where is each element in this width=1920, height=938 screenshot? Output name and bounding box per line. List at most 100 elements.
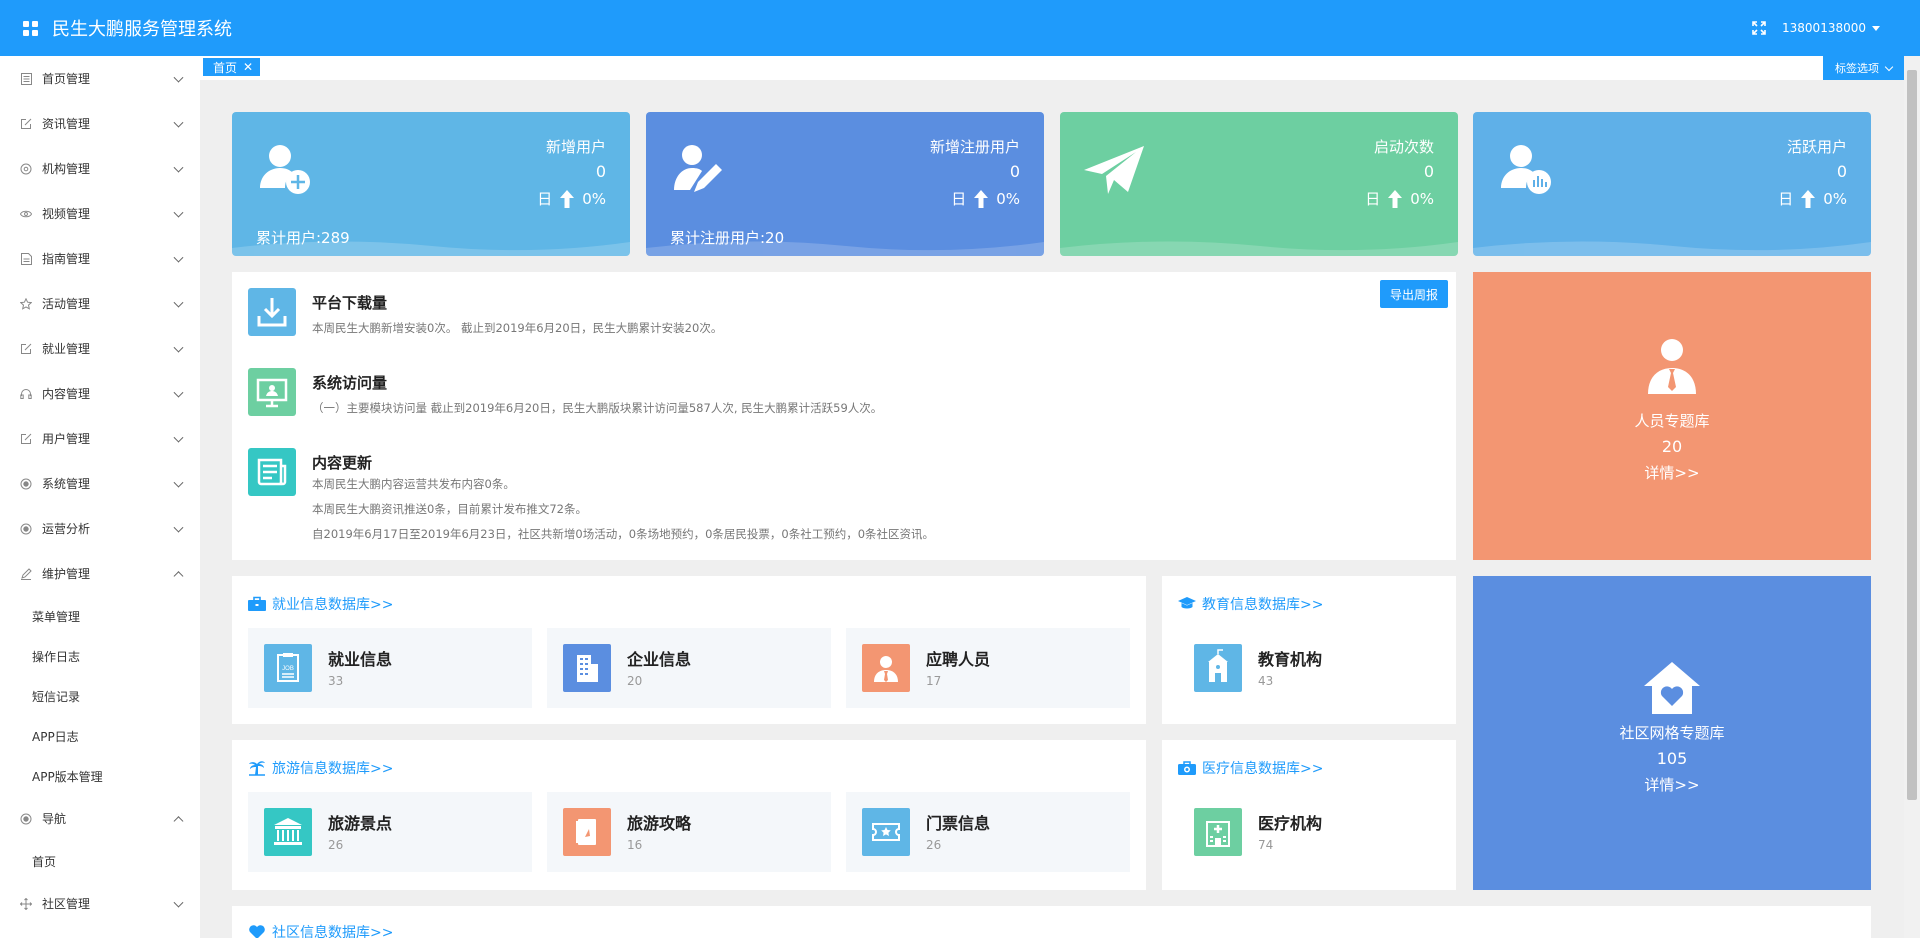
db-card-scenic-spots[interactable]: 旅游景点 26 bbox=[248, 792, 532, 872]
stat-value: 0 bbox=[595, 162, 606, 181]
user-menu[interactable]: 13800138000 bbox=[1782, 21, 1880, 35]
sidebar-item-community[interactable]: 社区管理 bbox=[0, 881, 200, 926]
stat-label: 新增注册用户 bbox=[929, 138, 1020, 156]
stat-period: 日 bbox=[1365, 190, 1381, 208]
db-card-company-info[interactable]: 企业信息 20 bbox=[547, 628, 831, 708]
db-title-label: 教育信息数据库>> bbox=[1202, 597, 1324, 613]
overview-title: 系统访问量 bbox=[312, 374, 388, 392]
medical-db-link[interactable]: 医疗信息数据库>> bbox=[1178, 758, 1323, 778]
sidebar-item-label: 机构管理 bbox=[42, 162, 91, 176]
move-icon bbox=[20, 897, 32, 910]
sidebar-item-employment-mgmt[interactable]: 就业管理 bbox=[0, 326, 200, 371]
feature-value: 20 bbox=[1661, 437, 1683, 456]
temple-icon bbox=[264, 808, 312, 856]
db-title-label: 就业信息数据库>> bbox=[272, 597, 394, 613]
arrow-up-icon bbox=[1388, 189, 1403, 208]
tab-options-label: 标签选项 bbox=[1835, 62, 1879, 75]
sidebar-item-label: 资讯管理 bbox=[42, 117, 91, 131]
sidebar: 首页管理 资讯管理 机构管理 视频管理 指南管理 活动管理 就业管理 内容管理 … bbox=[0, 56, 200, 938]
db-card-name: 医疗机构 bbox=[1258, 814, 1323, 833]
employment-db-link[interactable]: 就业信息数据库>> bbox=[248, 594, 393, 614]
house-heart-icon bbox=[1644, 662, 1700, 714]
chevron-down-icon bbox=[173, 297, 184, 308]
tab-options-button[interactable]: 标签选项 bbox=[1823, 56, 1904, 80]
sidebar-item-label: 指南管理 bbox=[42, 252, 91, 266]
arrow-up-icon bbox=[560, 189, 575, 208]
db-card-travel-guides[interactable]: 旅游攻略 16 bbox=[547, 792, 831, 872]
sidebar-item-news-mgmt[interactable]: 资讯管理 bbox=[0, 101, 200, 146]
db-card-name: 教育机构 bbox=[1258, 650, 1323, 669]
sidebar-item-system-mgmt[interactable]: 系统管理 bbox=[0, 461, 200, 506]
paper-plane-icon bbox=[1084, 146, 1144, 194]
community-heart-icon bbox=[249, 925, 265, 938]
feature-name: 人员专题库 bbox=[1634, 412, 1710, 430]
sidebar-item-operations[interactable]: 运营分析 bbox=[0, 506, 200, 551]
ticket-icon bbox=[862, 808, 910, 856]
sidebar-item-label: 用户管理 bbox=[42, 432, 91, 446]
community-db-panel: 社区信息数据库>> bbox=[232, 906, 1871, 938]
document-icon bbox=[20, 72, 32, 85]
sidebar-item-video-mgmt[interactable]: 视频管理 bbox=[0, 191, 200, 236]
employment-db-panel: 就业信息数据库>> JOB 就业信息 33 企业信息 20 应聘人员 17 bbox=[232, 576, 1146, 724]
sidebar-subitem-appversion[interactable]: APP版本管理 bbox=[0, 756, 200, 796]
db-card-job-info[interactable]: JOB 就业信息 33 bbox=[248, 628, 532, 708]
chevron-up-icon bbox=[173, 570, 184, 581]
chevron-down-icon bbox=[173, 117, 184, 128]
stat-card-active-users: 活跃用户 0 日 0% bbox=[1473, 112, 1871, 256]
community-feature-card[interactable]: 社区网格专题库 105 详情>> bbox=[1473, 576, 1871, 890]
sidebar-item-org-mgmt[interactable]: 机构管理 bbox=[0, 146, 200, 191]
sidebar-subitem-home[interactable]: 首页 bbox=[0, 841, 200, 881]
people-feature-card[interactable]: 人员专题库 20 详情>> bbox=[1473, 272, 1871, 560]
sidebar-subitem-menu[interactable]: 菜单管理 bbox=[0, 596, 200, 636]
sidebar-item-home-mgmt[interactable]: 首页管理 bbox=[0, 56, 200, 101]
wave-decoration bbox=[1473, 241, 1871, 256]
chevron-down-icon bbox=[173, 72, 184, 83]
wave-decoration bbox=[1060, 241, 1458, 256]
grid-menu-icon[interactable] bbox=[18, 16, 42, 40]
sidebar-item-nav[interactable]: 导航 bbox=[0, 796, 200, 841]
sidebar-subitem-sms[interactable]: 短信记录 bbox=[0, 676, 200, 716]
feature-details-link[interactable]: 详情>> bbox=[1473, 462, 1871, 483]
chevron-down-icon bbox=[1884, 62, 1894, 71]
stat-period: 日 bbox=[537, 190, 553, 208]
sidebar-subitem-applog[interactable]: APP日志 bbox=[0, 716, 200, 756]
db-card-tickets[interactable]: 门票信息 26 bbox=[846, 792, 1130, 872]
user-phone: 13800138000 bbox=[1782, 21, 1866, 35]
sidebar-item-guide-mgmt[interactable]: 指南管理 bbox=[0, 236, 200, 281]
target-icon bbox=[20, 523, 32, 535]
sidebar-item-maintenance[interactable]: 维护管理 bbox=[0, 551, 200, 596]
sidebar-item-content-mgmt[interactable]: 内容管理 bbox=[0, 371, 200, 416]
fullscreen-icon[interactable] bbox=[1752, 21, 1766, 35]
sidebar-subitem-oplog[interactable]: 操作日志 bbox=[0, 636, 200, 676]
export-weekly-button[interactable]: 导出周报 bbox=[1379, 280, 1448, 308]
chevron-down-icon bbox=[173, 477, 184, 488]
db-card-applicants[interactable]: 应聘人员 17 bbox=[846, 628, 1130, 708]
stat-rate-value: 0% bbox=[582, 189, 606, 208]
db-card-edu-institutions[interactable]: 教育机构 43 bbox=[1178, 628, 1440, 708]
person-tie-icon bbox=[1648, 339, 1696, 394]
sidebar-item-activity-mgmt[interactable]: 活动管理 bbox=[0, 281, 200, 326]
overview-desc: 本周民生大鹏新增安装0次。 截止到2019年6月20日，民生大鹏累计安装20次。 bbox=[312, 321, 723, 335]
db-card-medical-institutions[interactable]: 医疗机构 74 bbox=[1178, 792, 1440, 872]
sidebar-item-user-mgmt[interactable]: 用户管理 bbox=[0, 416, 200, 461]
arrow-up-icon bbox=[974, 189, 989, 208]
overview-desc: 自2019年6月17日至2019年6月23日，社区共新增0场活动，0条场地预约，… bbox=[312, 527, 935, 541]
community-db-link[interactable]: 社区信息数据库>> bbox=[248, 922, 393, 938]
tourism-db-link[interactable]: 旅游信息数据库>> bbox=[248, 758, 393, 778]
briefcase-icon bbox=[248, 596, 266, 611]
scrollbar-thumb[interactable] bbox=[1907, 70, 1917, 800]
user-chart-icon bbox=[1501, 145, 1551, 194]
db-card-name: 企业信息 bbox=[627, 650, 692, 669]
db-card-count: 20 bbox=[627, 674, 643, 688]
tab-home[interactable]: 首页 ✕ bbox=[203, 58, 261, 76]
arrow-up-icon bbox=[1801, 189, 1816, 208]
db-card-count: 74 bbox=[1258, 838, 1274, 852]
close-icon[interactable]: ✕ bbox=[243, 60, 253, 74]
stat-rate: 日 0% bbox=[951, 188, 1020, 209]
sidebar-item-label: 活动管理 bbox=[42, 297, 91, 311]
feature-details-link[interactable]: 详情>> bbox=[1473, 774, 1871, 795]
feature-value: 105 bbox=[1656, 749, 1688, 768]
stat-value: 0 bbox=[1423, 162, 1434, 181]
education-db-link[interactable]: 教育信息数据库>> bbox=[1178, 594, 1323, 614]
stat-rate-value: 0% bbox=[1410, 189, 1434, 208]
